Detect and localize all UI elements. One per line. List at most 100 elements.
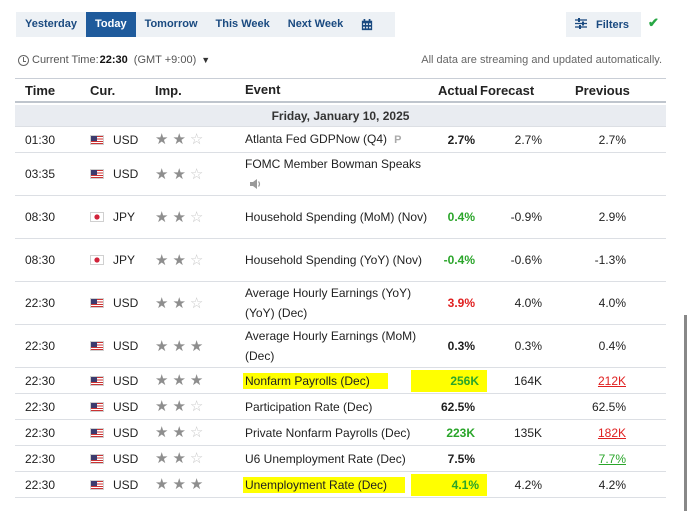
table-row[interactable]: 22:30 USD ★ ★ ☆ U6 Unemployment Rate (Dec) 7.5… (15, 446, 666, 472)
table-row[interactable]: 08:30 JPY ★ ★ ☆ Household Spending (MoM) (Nov… (15, 196, 666, 239)
previous-value: 212K (555, 368, 626, 393)
star-filled-icon: ★ (172, 208, 186, 226)
filters-button[interactable]: Filters (566, 12, 641, 37)
event-name[interactable]: Household Spending (YoY) (Nov) (245, 253, 422, 267)
col-importance: Imp. (155, 82, 182, 98)
actual-text: 7.5% (447, 451, 475, 466)
event-name[interactable]: Average Hourly Earnings (MoM) (Dec) (245, 329, 416, 363)
event-cell[interactable]: Participation Rate (Dec) (245, 394, 430, 419)
streaming-note: All data are streaming and updated autom… (421, 54, 662, 66)
star-filled-icon: ★ (155, 131, 169, 148)
star-empty-icon: ☆ (189, 294, 204, 312)
currency-cell: USD (90, 472, 160, 497)
currency-code: USD (113, 451, 139, 466)
actual-value (419, 153, 475, 195)
currency-cell: USD (90, 368, 160, 393)
table-row[interactable]: 03:35 USD ★ ★ ☆ FOMC Member Bowman Speaks (15, 153, 666, 196)
tab-yesterday[interactable]: Yesterday (16, 12, 86, 37)
speaker-icon (250, 175, 262, 189)
currency-code: USD (113, 373, 139, 388)
event-time: 08:30 (25, 253, 56, 267)
actual-value: 62.5% (419, 394, 475, 419)
star-filled-icon: ★ (155, 476, 169, 493)
actual-text: -0.4% (443, 253, 475, 267)
star-empty-icon: ☆ (189, 398, 204, 415)
table-row[interactable]: 22:30 USD ★ ★ ☆ Participation Rate (Dec) 62.5%… (15, 394, 666, 420)
us-flag-icon (90, 375, 104, 386)
actual-value: 0.4% (419, 196, 475, 238)
event-time: 22:30 (25, 451, 56, 466)
forecast-value: -0.9% (510, 210, 542, 224)
event-cell[interactable]: Average Hourly Earnings (YoY) (YoY) (Dec… (245, 282, 430, 324)
currency-cell: USD (90, 446, 160, 471)
event-cell[interactable]: Household Spending (YoY) (Nov) (245, 239, 430, 281)
importance-stars: ★ ★ ☆ (155, 196, 225, 238)
event-cell[interactable]: U6 Unemployment Rate (Dec) (245, 446, 430, 471)
calendar-icon[interactable] (352, 12, 382, 37)
currency-cell: JPY (90, 196, 160, 238)
event-name[interactable]: Nonfarm Payrolls (Dec) (243, 372, 388, 389)
importance-stars: ★ ★ ★ (155, 368, 225, 393)
tab-this-week[interactable]: This Week (207, 12, 279, 37)
table-row[interactable]: 08:30 JPY ★ ★ ☆ Household Spending (YoY) (Nov… (15, 239, 666, 282)
table-row[interactable]: 22:30 USD ★ ★ ★ Unemployment Rate (Dec) 4.1% 4.… (15, 472, 666, 498)
actual-value: 223K (419, 420, 475, 445)
previous-value: 0.4% (555, 325, 626, 367)
table-row[interactable]: 22:30 USD ★ ★ ★ Average Hourly Earnings (MoM)… (15, 325, 666, 368)
table-row[interactable]: 22:30 USD ★ ★ ☆ Average Hourly Earnings (YoY)… (15, 282, 666, 325)
actual-text: 3.9% (447, 296, 475, 310)
col-time: Time (25, 82, 56, 98)
event-name[interactable]: Household Spending (MoM) (Nov) (245, 210, 427, 224)
importance-stars: ★ ★ ☆ (155, 127, 225, 152)
current-time-selector[interactable]: Current Time: 22:30 (GMT +9:00) ▼ (18, 54, 210, 66)
star-filled-icon: ★ (155, 294, 169, 312)
event-cell[interactable]: Average Hourly Earnings (MoM) (Dec) (245, 325, 430, 367)
table-row[interactable]: 22:30 USD ★ ★ ☆ Private Nonfarm Payrolls (Dec… (15, 420, 666, 446)
currency-code: USD (113, 425, 139, 440)
star-filled-icon: ★ (189, 337, 204, 355)
event-name[interactable]: Average Hourly Earnings (YoY) (YoY) (Dec… (245, 286, 411, 320)
event-name[interactable]: Atlanta Fed GDPNow (Q4) (245, 132, 387, 146)
current-time-value: 22:30 (99, 54, 128, 66)
event-cell[interactable]: Atlanta Fed GDPNow (Q4) P (245, 127, 430, 152)
tab-tomorrow[interactable]: Tomorrow (136, 12, 207, 37)
event-name[interactable]: Unemployment Rate (Dec) (243, 476, 406, 493)
us-flag-icon (90, 453, 104, 464)
event-text-wrap: Nonfarm Payrolls (Dec) (243, 371, 388, 391)
tab-next-week[interactable]: Next Week (279, 12, 352, 37)
economic-calendar-table: Time Cur. Imp. Event Actual Forecast Pre… (15, 78, 666, 498)
japan-flag-icon (90, 212, 104, 222)
currency-code: USD (113, 296, 139, 310)
previous-text: 2.9% (598, 210, 626, 224)
star-filled-icon: ★ (172, 165, 186, 183)
forecast-value (475, 394, 542, 419)
event-cell[interactable]: Nonfarm Payrolls (Dec) (243, 368, 430, 393)
event-cell[interactable]: Private Nonfarm Payrolls (Dec) (245, 420, 430, 445)
event-name[interactable]: Participation Rate (Dec) (245, 400, 372, 414)
table-row[interactable]: 22:30 USD ★ ★ ★ Nonfarm Payrolls (Dec) 256K 164… (15, 368, 666, 394)
star-filled-icon: ★ (172, 337, 186, 355)
table-row[interactable]: 01:30 USD ★ ★ ☆ Atlanta Fed GDPNow (Q4) P 2.7% 2… (15, 127, 666, 153)
forecast-value (475, 446, 542, 471)
star-filled-icon: ★ (155, 424, 169, 441)
event-text-wrap: FOMC Member Bowman Speaks (245, 154, 430, 194)
tab-today[interactable]: Today (85, 12, 136, 37)
previous-text: 4.2% (598, 477, 626, 492)
preliminary-badge: P (394, 134, 402, 146)
currency-code: JPY (113, 253, 136, 267)
event-text-wrap: Atlanta Fed GDPNow (Q4) P (245, 129, 401, 150)
event-time: 22:30 (25, 477, 56, 492)
event-name[interactable]: FOMC Member Bowman Speaks (245, 157, 421, 171)
timezone-label: (GMT +9:00) (133, 54, 197, 66)
event-name[interactable]: U6 Unemployment Rate (Dec) (245, 452, 406, 466)
event-text-wrap: Household Spending (MoM) (Nov) (245, 207, 427, 227)
previous-text: 62.5% (591, 399, 626, 414)
currency-code: USD (113, 167, 139, 181)
event-text-wrap: Private Nonfarm Payrolls (Dec) (245, 423, 410, 443)
event-cell[interactable]: Unemployment Rate (Dec) (243, 472, 430, 497)
event-cell[interactable]: FOMC Member Bowman Speaks (245, 153, 430, 195)
event-time: 22:30 (25, 425, 56, 440)
event-name[interactable]: Private Nonfarm Payrolls (Dec) (245, 426, 410, 440)
event-cell[interactable]: Household Spending (MoM) (Nov) (245, 196, 430, 238)
event-text-wrap: Average Hourly Earnings (MoM) (Dec) (245, 326, 430, 366)
